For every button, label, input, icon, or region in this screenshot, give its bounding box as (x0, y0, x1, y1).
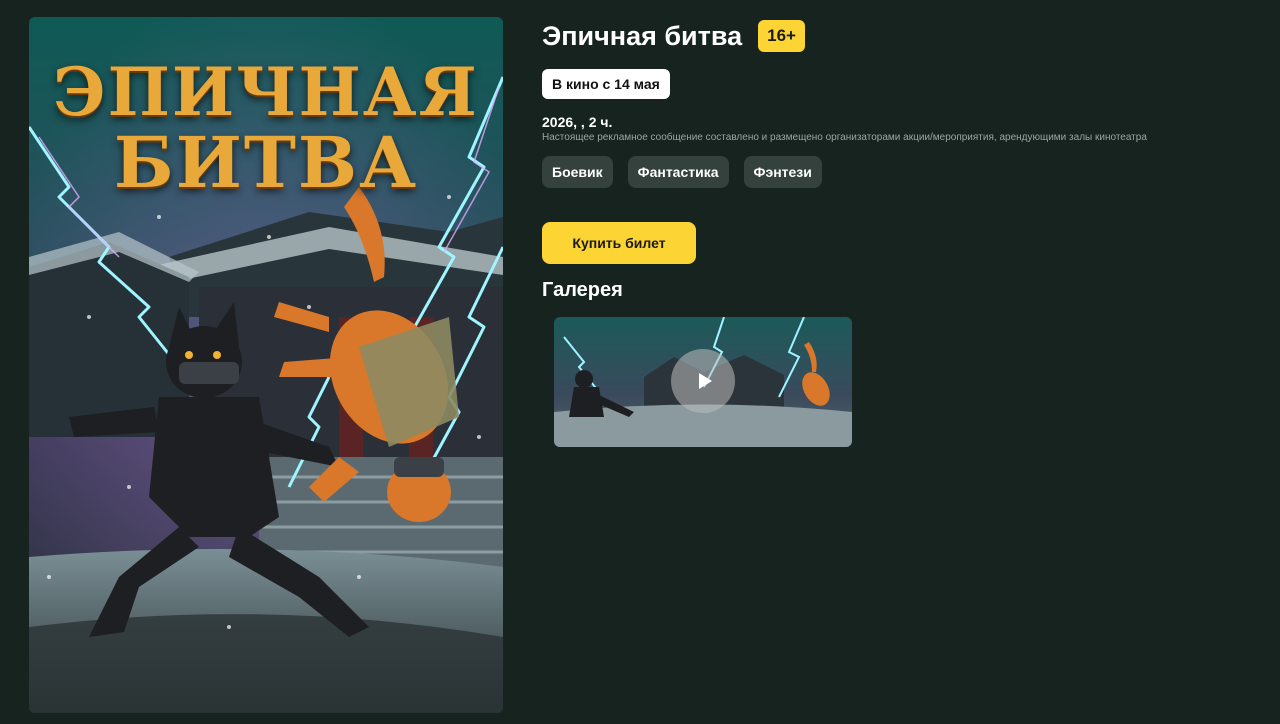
genre-list: Боевик Фантастика Фэнтези (542, 156, 822, 188)
play-icon (698, 373, 712, 389)
poster-title-line1: ЭПИЧНАЯ (53, 53, 479, 131)
genre-tag-action[interactable]: Боевик (542, 156, 613, 188)
buy-ticket-button[interactable]: Купить билет (542, 222, 696, 264)
movie-poster: ЭПИЧНАЯ БИТВА (29, 17, 503, 713)
release-date-badge: В кино с 14 мая (542, 69, 670, 99)
movie-title: Эпичная битва (542, 20, 743, 51)
movie-page: ЭПИЧНАЯ БИТВА Эпичная битва 16+ В кино с… (0, 0, 1280, 724)
movie-meta: 2026, , 2 ч. (542, 114, 613, 130)
age-rating-badge: 16+ (758, 20, 805, 52)
gallery-video-thumbnail[interactable] (554, 317, 852, 447)
gallery-heading: Галерея (542, 279, 623, 301)
genre-tag-fantasy[interactable]: Фэнтези (743, 156, 822, 188)
play-button[interactable] (671, 349, 735, 413)
ad-disclaimer: Настоящее рекламное сообщение составлено… (542, 132, 1147, 143)
genre-tag-scifi[interactable]: Фантастика (627, 156, 729, 188)
poster-title-line2: БИТВА (113, 121, 419, 204)
title-row: Эпичная битва 16+ (542, 20, 805, 52)
